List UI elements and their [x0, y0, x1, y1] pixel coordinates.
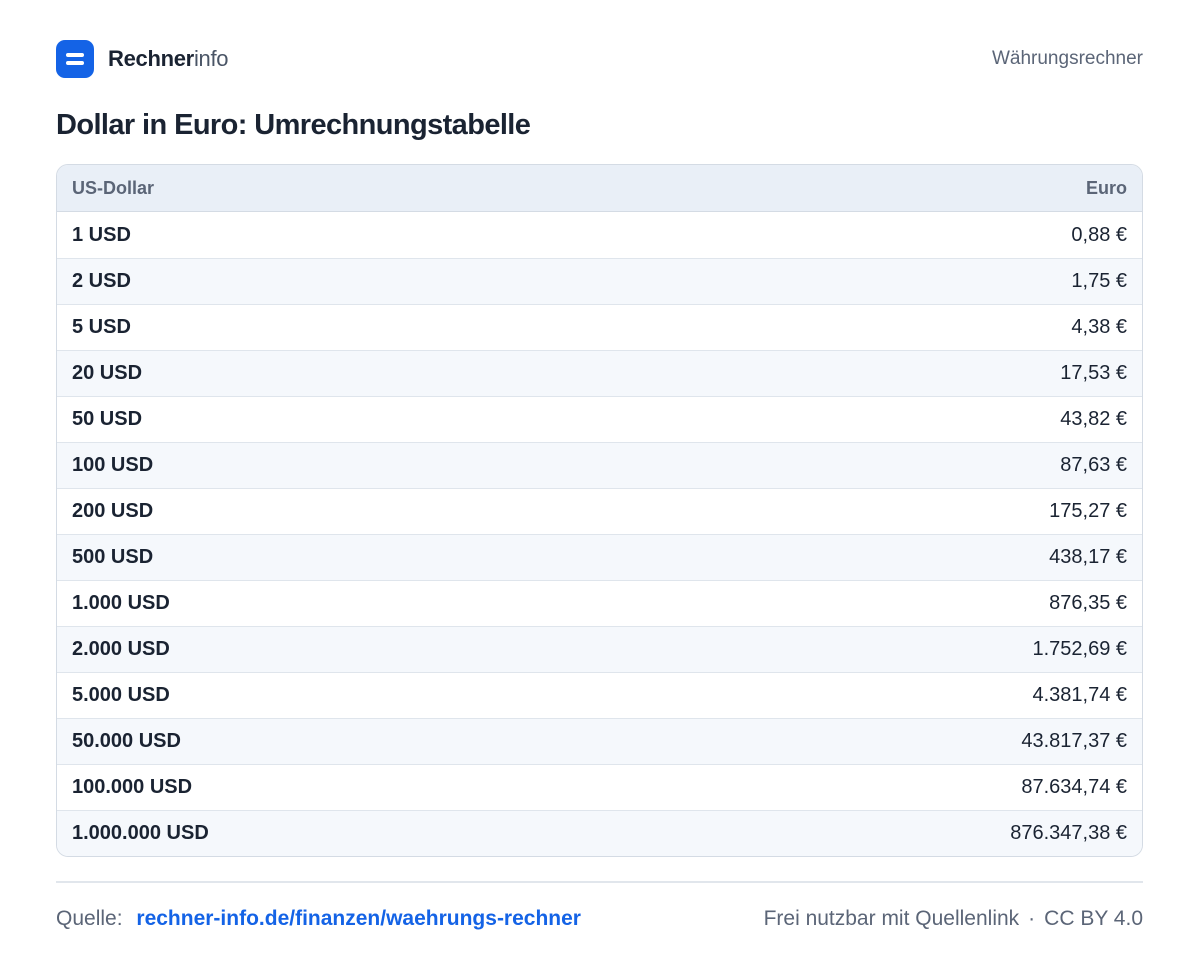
table-row: 50.000 USD 43.817,37 €	[57, 718, 1142, 764]
table-row: 1.000 USD 876,35 €	[57, 580, 1142, 626]
conversion-table: US-Dollar Euro 1 USD 0,88 € 2 USD 1,75 € 5 U…	[56, 164, 1143, 857]
table-row: 1 USD 0,88 €	[57, 212, 1142, 258]
usd-amount: 500 USD	[72, 546, 154, 568]
table-row: 2.000 USD 1.752,69 €	[57, 626, 1142, 672]
usd-amount: 1.000 USD	[72, 592, 170, 614]
eur-amount: 87.634,74 €	[1021, 776, 1127, 798]
eur-amount: 876.347,38 €	[1010, 822, 1127, 844]
usd-amount: 1.000.000 USD	[72, 822, 209, 844]
usd-amount: 100 USD	[72, 454, 154, 476]
nav-link-waehrungsrechner[interactable]: Währungsrechner	[992, 48, 1143, 70]
eur-amount: 1.752,69 €	[1032, 638, 1127, 660]
footer-divider	[56, 881, 1143, 883]
license-note: Frei nutzbar mit Quellenlink	[763, 907, 1020, 930]
usd-amount: 20 USD	[72, 362, 143, 384]
usd-amount: 50.000 USD	[72, 730, 181, 752]
license-info: Frei nutzbar mit Quellenlink · CC BY 4.0	[764, 907, 1143, 931]
table-row: 500 USD 438,17 €	[57, 534, 1142, 580]
brand-name-light: info	[193, 46, 229, 71]
table-row: 1.000.000 USD 876.347,38 €	[57, 810, 1142, 856]
usd-amount: 50 USD	[72, 408, 143, 430]
equals-logo-icon	[56, 40, 94, 78]
table-row: 5 USD 4,38 €	[57, 304, 1142, 350]
table-row: 100.000 USD 87.634,74 €	[57, 764, 1142, 810]
eur-amount: 1,75 €	[1071, 270, 1127, 292]
eur-amount: 4.381,74 €	[1032, 684, 1127, 706]
usd-amount: 2 USD	[72, 270, 131, 292]
usd-amount: 5.000 USD	[72, 684, 170, 706]
source-info: Quelle: rechner-info.de/finanzen/waehrun…	[56, 907, 581, 931]
page: Rechnerinfo Währungsrechner Dollar in Eu…	[0, 0, 1200, 960]
eur-amount: 0,88 €	[1071, 223, 1127, 246]
usd-amount: 2.000 USD	[72, 638, 170, 660]
usd-amount: 5 USD	[72, 316, 131, 338]
source-label: Quelle:	[56, 907, 123, 930]
site-header: Rechnerinfo Währungsrechner	[56, 40, 1143, 78]
brand-name: Rechnerinfo	[108, 46, 229, 72]
source-link[interactable]: rechner-info.de/finanzen/waehrungs-rechn…	[136, 907, 581, 930]
brand-name-strong: Rechner	[108, 46, 194, 71]
page-title: Dollar in Euro: Umrechnungstabelle	[56, 109, 531, 141]
table-body: 1 USD 0,88 € 2 USD 1,75 € 5 USD 4,38 € 20 USD 1…	[57, 212, 1142, 856]
footer: Quelle: rechner-info.de/finanzen/waehrun…	[56, 907, 1143, 931]
eur-amount: 17,53 €	[1060, 362, 1127, 384]
table-row: 200 USD 175,27 €	[57, 488, 1142, 534]
eur-amount: 43,82 €	[1060, 408, 1127, 430]
table-row: 2 USD 1,75 €	[57, 258, 1142, 304]
table-row: 20 USD 17,53 €	[57, 350, 1142, 396]
eur-amount: 87,63 €	[1060, 454, 1127, 476]
table-row: 100 USD 87,63 €	[57, 442, 1142, 488]
usd-amount: 100.000 USD	[72, 776, 193, 798]
eur-amount: 175,27 €	[1049, 500, 1127, 522]
column-header-usd: US-Dollar	[72, 177, 155, 198]
license-name: CC BY 4.0	[1044, 907, 1143, 930]
eur-amount: 43.817,37 €	[1021, 730, 1127, 752]
column-header-eur: Euro	[1085, 177, 1127, 198]
table-row: 50 USD 43,82 €	[57, 396, 1142, 442]
table-header: US-Dollar Euro	[57, 165, 1142, 212]
brand-logo[interactable]: Rechnerinfo	[56, 40, 229, 78]
table-row: 5.000 USD 4.381,74 €	[57, 672, 1142, 718]
eur-amount: 4,38 €	[1071, 316, 1127, 338]
usd-amount: 200 USD	[72, 500, 154, 522]
usd-amount: 1 USD	[72, 223, 131, 246]
license-separator: ·	[1028, 907, 1036, 930]
eur-amount: 876,35 €	[1049, 592, 1127, 614]
eur-amount: 438,17 €	[1049, 546, 1127, 568]
